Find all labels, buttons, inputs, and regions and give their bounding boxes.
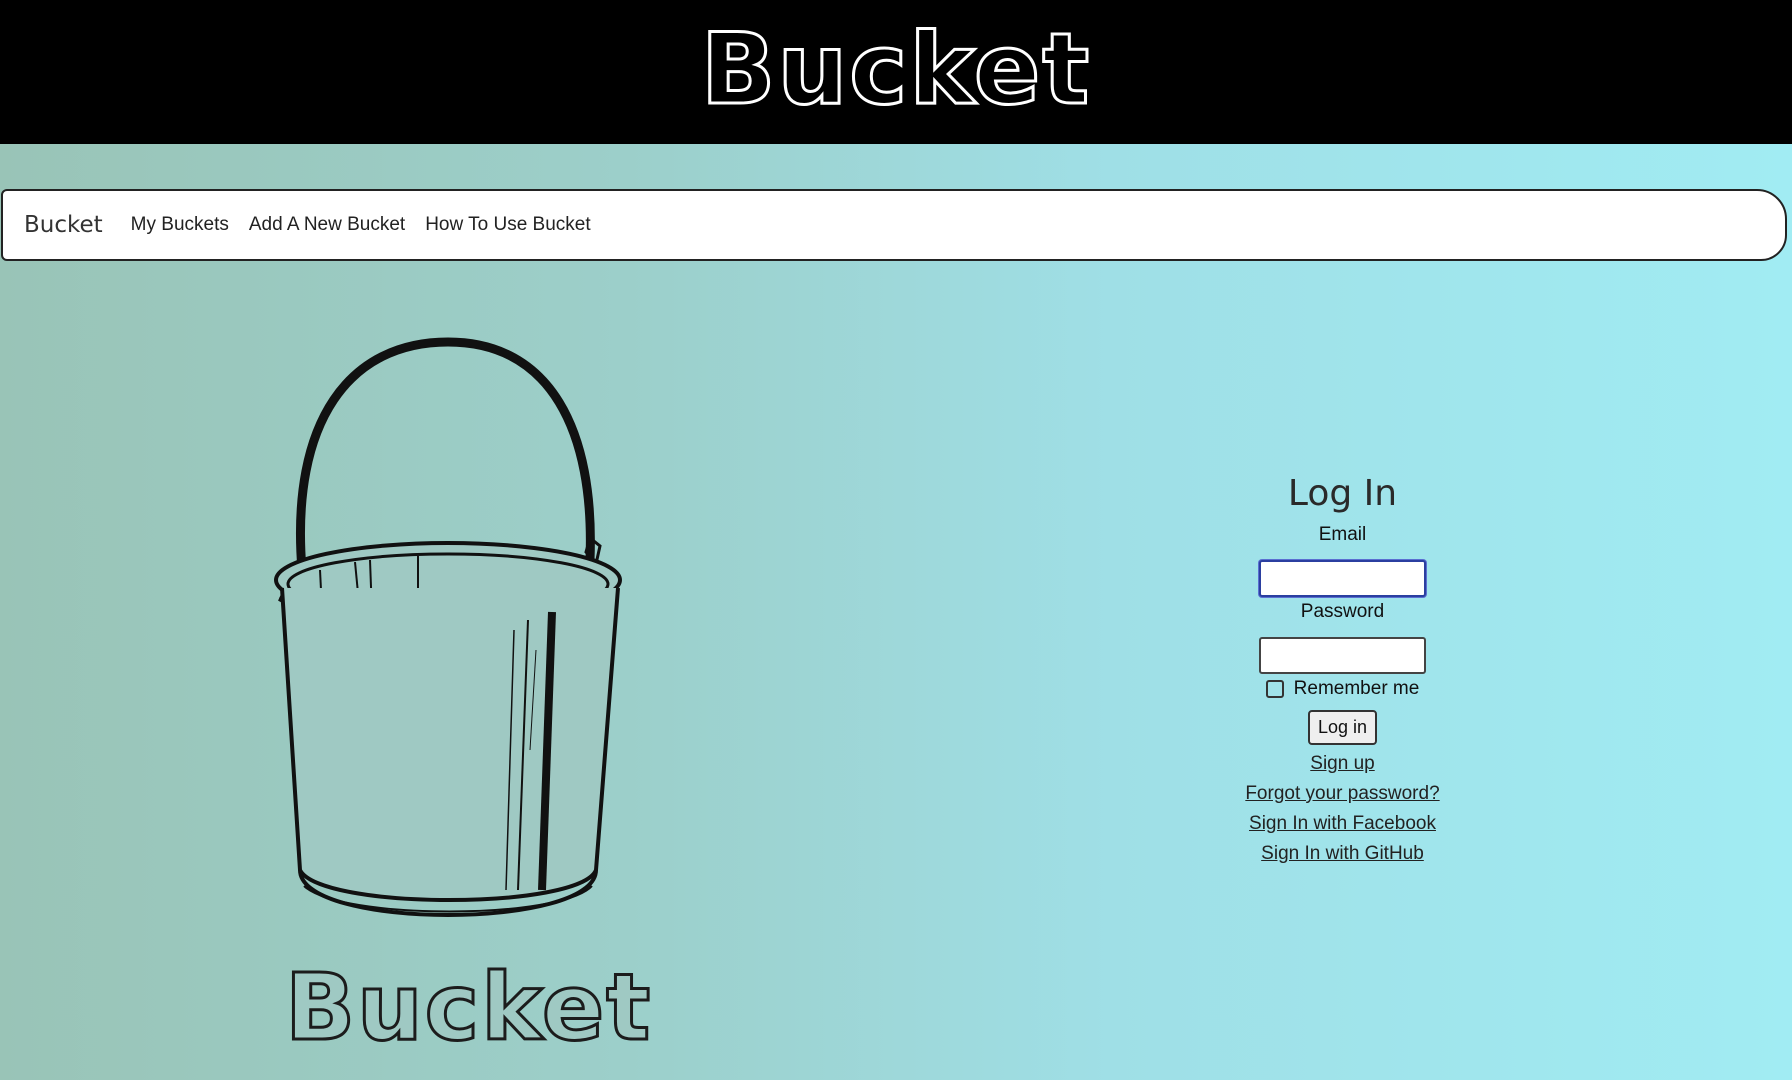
nav-link-add-new-bucket[interactable]: Add A New Bucket: [249, 214, 405, 236]
forgot-password-link[interactable]: Forgot your password?: [1245, 779, 1439, 809]
remember-me-checkbox[interactable]: [1265, 680, 1284, 698]
login-button[interactable]: Log in: [1307, 710, 1378, 745]
nav-link-how-to-use[interactable]: How To Use Bucket: [425, 214, 590, 236]
nav-link-my-buckets[interactable]: My Buckets: [131, 214, 229, 236]
email-field[interactable]: [1259, 560, 1426, 597]
password-field[interactable]: [1259, 637, 1426, 674]
email-label: Email: [1318, 524, 1367, 545]
login-form: Log In Email Password Remember me Log in…: [1240, 470, 1445, 869]
bucket-caption: Bucket: [284, 954, 653, 1061]
remember-me-label: Remember me: [1293, 678, 1420, 699]
nav-brand-link[interactable]: Bucket: [24, 212, 103, 238]
navbar: Bucket My Buckets Add A New Bucket How T…: [1, 189, 1787, 261]
password-label: Password: [1300, 601, 1385, 622]
site-title: Bucket: [699, 13, 1092, 127]
sign-in-github-link[interactable]: Sign In with GitHub: [1261, 839, 1424, 869]
login-title: Log In: [1287, 473, 1398, 514]
site-header: Bucket: [0, 0, 1792, 144]
remember-me-row: Remember me: [1265, 678, 1420, 700]
sign-in-facebook-link[interactable]: Sign In with Facebook: [1249, 809, 1436, 839]
sign-up-link[interactable]: Sign up: [1310, 749, 1374, 779]
bucket-illustration: [274, 337, 622, 917]
